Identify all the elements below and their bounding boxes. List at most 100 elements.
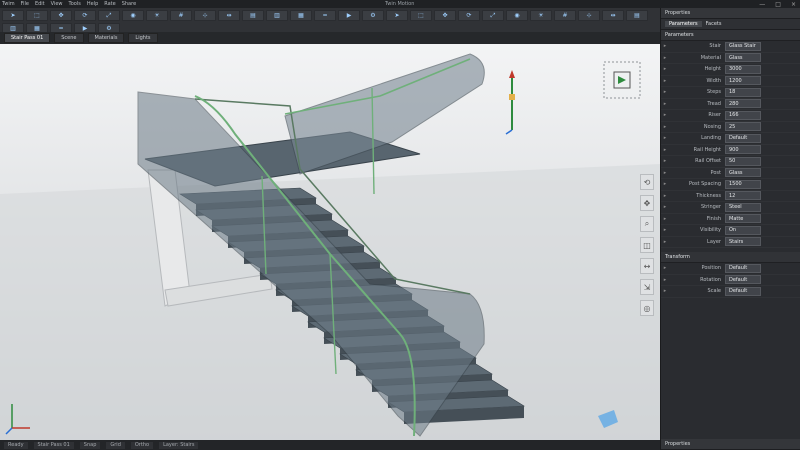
menu-item[interactable]: Tools: [69, 1, 81, 7]
menu-item[interactable]: Rate: [104, 1, 115, 7]
move-icon[interactable]: ✥: [50, 10, 72, 21]
measure-icon[interactable]: ⇹: [602, 10, 624, 21]
expand-icon[interactable]: ▸: [661, 43, 669, 49]
tab-stair-pass[interactable]: Stair Pass 01: [4, 33, 51, 43]
light-icon[interactable]: ☀: [146, 10, 168, 21]
property-value-field[interactable]: Default: [725, 133, 761, 143]
property-value-field[interactable]: 1200: [725, 76, 761, 86]
maximize-button[interactable]: □: [775, 1, 781, 8]
property-value-field[interactable]: 1500: [725, 179, 761, 189]
light-icon[interactable]: ☀: [530, 10, 552, 21]
property-value-field[interactable]: Glass Stair: [725, 41, 761, 51]
move-icon[interactable]: ✥: [434, 10, 456, 21]
tab-materials[interactable]: Materials: [87, 33, 125, 43]
close-button[interactable]: ×: [791, 1, 796, 8]
property-value-field[interactable]: Default: [725, 275, 761, 285]
expand-icon[interactable]: ▸: [661, 135, 669, 141]
snap-icon[interactable]: ⊹: [578, 10, 600, 21]
property-value-field[interactable]: Default: [725, 263, 761, 273]
3d-viewport[interactable]: ⟲ ✥ ⌕ ◫ ↔ ⇲ ◎: [0, 44, 660, 440]
expand-icon[interactable]: ▸: [661, 277, 669, 283]
property-value-field[interactable]: Matte: [725, 214, 761, 224]
property-value-field[interactable]: 25: [725, 122, 761, 132]
expand-icon[interactable]: ▸: [661, 101, 669, 107]
property-value-field[interactable]: 3000: [725, 64, 761, 74]
pan-icon[interactable]: ✥: [640, 195, 654, 211]
property-value-field[interactable]: 166: [725, 110, 761, 120]
arrow-icon[interactable]: ➤: [386, 10, 408, 21]
orbit-icon[interactable]: ⟲: [640, 174, 654, 190]
expand-icon[interactable]: ▸: [661, 170, 669, 176]
move-icon[interactable]: ↔: [640, 258, 654, 274]
menu-item[interactable]: Twim: [2, 1, 15, 7]
expand-icon[interactable]: ▸: [661, 66, 669, 72]
status-item[interactable]: Stair Pass 01: [33, 441, 74, 449]
property-value-field[interactable]: Glass: [725, 168, 761, 178]
measure-icon[interactable]: ⇹: [218, 10, 240, 21]
expand-icon[interactable]: ▸: [661, 112, 669, 118]
expand-icon[interactable]: ▸: [661, 55, 669, 61]
property-value-field[interactable]: 900: [725, 145, 761, 155]
expand-icon[interactable]: ▸: [661, 147, 669, 153]
tab-parameters[interactable]: Parameters: [665, 21, 702, 27]
wall-icon[interactable]: ▥: [266, 10, 288, 21]
rail-icon[interactable]: ═: [314, 10, 336, 21]
tab-facets[interactable]: Facets: [702, 21, 726, 27]
tab-scene[interactable]: Scene: [54, 33, 84, 43]
property-value-field[interactable]: 12: [725, 191, 761, 201]
expand-icon[interactable]: ▸: [661, 181, 669, 187]
property-value-field[interactable]: Glass: [725, 53, 761, 63]
tab-lights[interactable]: Lights: [128, 33, 158, 43]
arrow-icon[interactable]: ➤: [2, 10, 24, 21]
focus-icon[interactable]: ◎: [640, 300, 654, 316]
expand-icon[interactable]: ▸: [661, 265, 669, 271]
expand-icon[interactable]: ▸: [661, 193, 669, 199]
rotate-icon[interactable]: ⟳: [458, 10, 480, 21]
expand-icon[interactable]: ▸: [661, 288, 669, 294]
property-value-field[interactable]: 18: [725, 87, 761, 97]
grid-icon[interactable]: #: [170, 10, 192, 21]
stairs-icon[interactable]: ▤: [626, 10, 648, 21]
section-icon[interactable]: ◫: [640, 237, 654, 253]
expand-icon[interactable]: ▸: [661, 239, 669, 245]
status-item[interactable]: Grid: [106, 441, 125, 449]
camera-icon[interactable]: ◉: [506, 10, 528, 21]
section-transform[interactable]: Transform: [661, 252, 800, 263]
select-icon[interactable]: ⬚: [410, 10, 432, 21]
property-value-field[interactable]: Stairs: [725, 237, 761, 247]
camera-icon[interactable]: ◉: [122, 10, 144, 21]
menu-item[interactable]: File: [21, 1, 29, 7]
menu-item[interactable]: Help: [87, 1, 98, 7]
snap-icon[interactable]: ⊹: [194, 10, 216, 21]
scale-icon[interactable]: ⤢: [482, 10, 504, 21]
render-icon[interactable]: ▶: [338, 10, 360, 21]
expand-icon[interactable]: ▸: [661, 227, 669, 233]
property-value-field[interactable]: 280: [725, 99, 761, 109]
scale-icon[interactable]: ⤢: [98, 10, 120, 21]
expand-icon[interactable]: ▸: [661, 89, 669, 95]
menu-item[interactable]: View: [51, 1, 63, 7]
property-value-field[interactable]: On: [725, 225, 761, 235]
glass-icon[interactable]: ▦: [290, 10, 312, 21]
expand-icon[interactable]: ▸: [661, 124, 669, 130]
expand-icon[interactable]: ▸: [661, 78, 669, 84]
status-item[interactable]: Snap: [79, 441, 101, 449]
menu-item[interactable]: Share: [122, 1, 136, 7]
minimize-button[interactable]: —: [759, 1, 765, 8]
property-value-field[interactable]: 50: [725, 156, 761, 166]
rotate-icon[interactable]: ⟳: [74, 10, 96, 21]
measure-icon[interactable]: ⇲: [640, 279, 654, 295]
expand-icon[interactable]: ▸: [661, 204, 669, 210]
status-item[interactable]: Ortho: [130, 441, 154, 449]
property-value-field[interactable]: Default: [725, 286, 761, 296]
expand-icon[interactable]: ▸: [661, 216, 669, 222]
expand-icon[interactable]: ▸: [661, 158, 669, 164]
grid-icon[interactable]: #: [554, 10, 576, 21]
stairs-icon[interactable]: ▤: [242, 10, 264, 21]
settings-icon[interactable]: ⚙: [362, 10, 384, 21]
section-parameters[interactable]: Parameters: [661, 30, 800, 41]
zoom-icon[interactable]: ⌕: [640, 216, 654, 232]
menu-item[interactable]: Edit: [35, 1, 45, 7]
select-icon[interactable]: ⬚: [26, 10, 48, 21]
property-value-field[interactable]: Steel: [725, 202, 761, 212]
